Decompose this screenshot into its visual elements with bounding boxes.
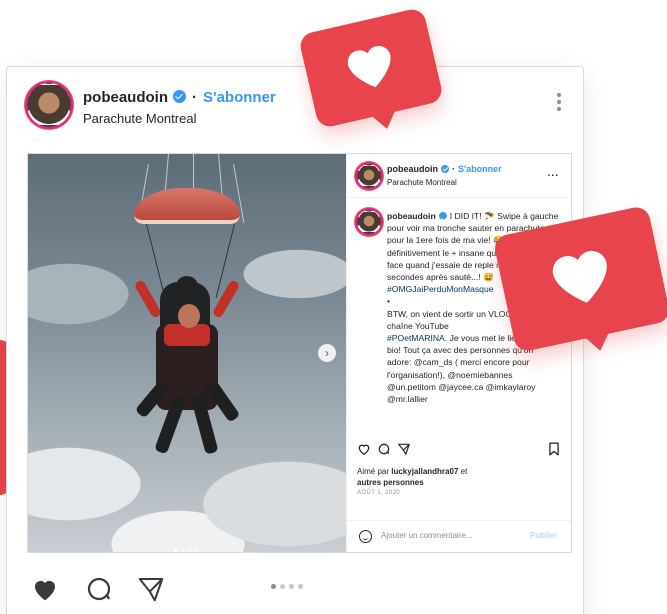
likes-prefix: Aimé par — [357, 467, 390, 476]
more-options-icon[interactable]: ... — [548, 168, 559, 179]
sidebar-action-bar — [357, 440, 562, 460]
kebab-icon[interactable] — [557, 93, 561, 113]
emoji-icon[interactable] — [359, 530, 372, 543]
jumper-head — [178, 304, 200, 328]
comment-input[interactable]: Ajouter un commentaire... — [381, 531, 473, 540]
arm-right — [211, 279, 241, 319]
verified-badge-icon — [173, 90, 186, 103]
caption-username[interactable]: pobeaudoin — [387, 211, 436, 221]
verified-badge-icon — [438, 212, 447, 220]
post-date: AOÛT 1, 2020 — [357, 490, 401, 496]
comment-bar: Ajouter un commentaire... Publier — [347, 520, 571, 552]
stage: pobeaudoin · S'abonner Parachute Montreal — [0, 0, 667, 614]
heart-icon — [347, 45, 391, 88]
hashtag-link[interactable]: #POetMARINA — [387, 333, 445, 343]
hashtag-link[interactable]: #OMGJaiPerduMonMasque — [387, 284, 494, 294]
post-header: pobeaudoin · S'abonner Parachute Montreal — [7, 67, 583, 137]
dot-separator: · — [452, 164, 455, 174]
username-link[interactable]: pobeaudoin — [83, 89, 168, 106]
follow-button[interactable]: S'abonner — [458, 164, 502, 174]
send-icon[interactable] — [135, 574, 167, 604]
instagram-post-card: pobeaudoin · S'abonner Parachute Montreal — [6, 66, 584, 614]
comment-icon[interactable] — [83, 574, 115, 604]
jumper-figure — [156, 324, 218, 410]
heart-icon[interactable] — [29, 574, 61, 604]
post-sidebar: pobeaudoin · S'abonner Parachute Montreal … — [346, 154, 571, 552]
send-icon[interactable] — [397, 442, 411, 456]
caption-bullet: • — [387, 296, 391, 307]
likes-summary: Aimé par luckyjallandhra07 et autres per… — [357, 466, 557, 488]
username-link[interactable]: pobeaudoin — [387, 164, 438, 174]
dot-separator: · — [192, 89, 197, 106]
post-username: pobeaudoin · S'abonner — [83, 89, 276, 106]
follow-button[interactable]: S'abonner — [203, 89, 276, 106]
card-action-bar — [29, 572, 179, 608]
heart-icon[interactable] — [357, 442, 371, 456]
bookmark-icon[interactable] — [548, 442, 560, 456]
instructor-head — [176, 276, 198, 296]
sidebar-username: pobeaudoin · S'abonner — [387, 164, 502, 174]
sidebar-header: pobeaudoin · S'abonner Parachute Montreal … — [347, 154, 571, 198]
avatar[interactable] — [357, 210, 381, 234]
verified-badge-icon — [441, 165, 449, 173]
carousel-dots — [271, 576, 307, 594]
likes-connector: et — [460, 467, 468, 476]
photo-carousel-dots — [174, 539, 202, 552]
liker-link[interactable]: luckyjallandhra07 — [391, 467, 458, 476]
comment-icon[interactable] — [377, 442, 391, 456]
avatar[interactable] — [357, 164, 381, 188]
embedded-post: › pobeaudoin · S'abonner Parachute Montrea… — [27, 153, 572, 553]
parachute-canopy — [134, 188, 240, 224]
post-photo[interactable]: › — [28, 154, 346, 552]
location-link[interactable]: Parachute Montreal — [83, 111, 196, 126]
carousel-next-button[interactable]: › — [318, 344, 336, 362]
arm-left — [133, 279, 163, 319]
likes-others-link[interactable]: autres personnes — [357, 478, 424, 487]
avatar[interactable] — [27, 83, 71, 127]
publish-button[interactable]: Publier — [530, 531, 557, 540]
location-link[interactable]: Parachute Montreal — [387, 178, 457, 187]
heart-icon — [552, 250, 607, 303]
